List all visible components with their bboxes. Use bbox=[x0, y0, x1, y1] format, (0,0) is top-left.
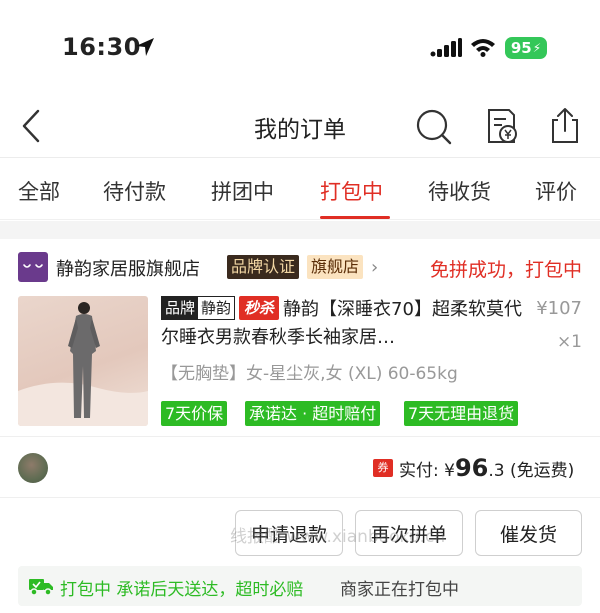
product-title-block[interactable]: 品牌 静韵 秒杀 静韵【深睡衣70】超柔软莫代尔睡衣男款春秋季长袖家居… bbox=[161, 296, 526, 352]
sleepy-eyes-icon bbox=[23, 264, 43, 268]
tab-packing[interactable]: 打包中 bbox=[320, 176, 383, 206]
refund-button[interactable]: 申请退款 bbox=[235, 510, 343, 556]
shop-header[interactable]: 静韵家居服旗舰店 品牌认证 旗舰店 › 免拼成功，打包中 bbox=[0, 239, 600, 289]
paid-label: 实付: bbox=[399, 461, 445, 481]
battery-indicator: 95 ⚡ bbox=[505, 37, 547, 59]
order-status: 免拼成功，打包中 bbox=[429, 259, 582, 281]
chevron-right-icon: › bbox=[371, 257, 379, 278]
urge-shipping-button[interactable]: 催发货 bbox=[475, 510, 582, 556]
cellular-signal-icon bbox=[430, 38, 462, 57]
paid-amount: 实付: ¥96.3 (免运费) bbox=[399, 454, 574, 482]
product-spec: 【无胸垫】女-星尘灰,女 (XL) 60-65kg bbox=[161, 364, 458, 384]
search-icon[interactable] bbox=[413, 106, 453, 146]
order-tabs: 全部 待付款 拼团中 打包中 待收货 评价 bbox=[0, 158, 600, 220]
divider bbox=[0, 497, 600, 498]
avatar bbox=[18, 453, 48, 483]
navigation-bar: 我的订单 bbox=[0, 96, 600, 158]
flash-sale-tag: 秒杀 bbox=[239, 296, 280, 320]
divider bbox=[0, 436, 600, 437]
product-photo-illustration bbox=[18, 302, 148, 426]
brand-certified-badge: 品牌认证 bbox=[227, 255, 300, 279]
active-tab-indicator bbox=[320, 216, 390, 219]
service-tag-guaranteed-delivery: 承诺达 · 超时赔付 bbox=[245, 401, 381, 426]
tab-pending-payment[interactable]: 待付款 bbox=[103, 176, 166, 206]
coupon-icon: 券 bbox=[373, 459, 393, 477]
section-gap bbox=[0, 221, 600, 239]
paid-integer: 96 bbox=[454, 454, 489, 482]
share-icon[interactable] bbox=[545, 106, 585, 146]
shop-name: 静韵家居服旗舰店 bbox=[56, 259, 200, 280]
notice-detail: 商家正在打包中 bbox=[340, 580, 459, 600]
brand-tag-name: 静韵 bbox=[201, 299, 232, 317]
tab-to-receive[interactable]: 待收货 bbox=[428, 176, 491, 206]
delivery-truck-icon bbox=[29, 579, 53, 596]
status-time: 16:30 bbox=[62, 33, 141, 61]
tab-all[interactable]: 全部 bbox=[18, 176, 60, 206]
brand-tag-label: 品牌 bbox=[162, 297, 199, 319]
paid-decimal: .3 bbox=[488, 461, 505, 481]
service-tag-free-return: 7天无理由退货 bbox=[404, 401, 519, 426]
invoice-icon[interactable] bbox=[481, 106, 521, 146]
service-tag-price-protect: 7天价保 bbox=[161, 401, 228, 426]
status-bar: 16:30 95 ⚡ bbox=[0, 0, 600, 96]
shop-logo bbox=[18, 252, 48, 282]
logistics-notice[interactable]: 打包中 承诺后天送达，超时必赔 商家正在打包中 bbox=[18, 566, 582, 606]
product-image[interactable] bbox=[18, 296, 148, 426]
reorder-button[interactable]: 再次拼单 bbox=[355, 510, 463, 556]
location-arrow-icon bbox=[136, 38, 154, 56]
shipping-note: (免运费) bbox=[504, 461, 575, 481]
wifi-icon bbox=[471, 39, 495, 57]
product-price: ¥107 bbox=[536, 298, 582, 319]
currency-symbol: ¥ bbox=[444, 461, 455, 481]
tab-review[interactable]: 评价 bbox=[535, 176, 577, 206]
flagship-badge: 旗舰店 bbox=[307, 255, 364, 279]
notice-status: 打包中 承诺后天送达，超时必赔 bbox=[60, 580, 304, 600]
product-quantity: ×1 bbox=[556, 332, 582, 352]
battery-level: 95 bbox=[510, 39, 532, 57]
brand-tag: 品牌 静韵 bbox=[161, 296, 236, 320]
tab-group-buying[interactable]: 拼团中 bbox=[211, 176, 274, 206]
